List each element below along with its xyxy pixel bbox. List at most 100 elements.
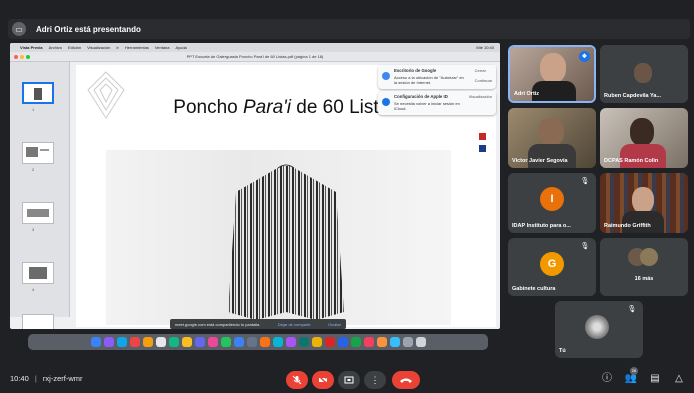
notification-body: Acceso a la ubicación de "Autorizar" en … bbox=[394, 75, 464, 85]
app-icon[interactable] bbox=[363, 337, 374, 347]
participant-tile[interactable]: Raimundo Griffith bbox=[600, 173, 688, 233]
app-icon[interactable] bbox=[142, 337, 153, 347]
participant-avatar: G bbox=[540, 252, 564, 276]
app-icon[interactable] bbox=[168, 337, 179, 347]
menu-clock: Mié 10:40 bbox=[476, 45, 494, 50]
notification-close-button[interactable]: Cerrar bbox=[475, 68, 492, 73]
thumbnail-number: 4 bbox=[32, 287, 35, 292]
app-icon[interactable] bbox=[402, 337, 413, 347]
preview-toolbar: PPT Escuela de Galerguasla Poncho Para'i… bbox=[10, 52, 500, 62]
poncho-image bbox=[228, 164, 344, 320]
participant-name: Victor Javier Segovia bbox=[512, 158, 568, 164]
participant-name: Tú bbox=[559, 348, 566, 354]
menu-item: Archivo bbox=[48, 45, 62, 50]
app-icon[interactable] bbox=[337, 337, 348, 347]
mic-off-icon bbox=[292, 375, 302, 385]
participant-avatar bbox=[640, 248, 658, 266]
activities-icon: △ bbox=[675, 373, 683, 384]
safari-icon[interactable] bbox=[116, 337, 127, 347]
stop-sharing-button[interactable]: Dejar de compartir bbox=[278, 322, 311, 327]
app-icon[interactable] bbox=[233, 337, 244, 347]
participant-tile[interactable]: Victor Javier Segovia bbox=[508, 108, 596, 168]
thumbnail-page bbox=[22, 142, 54, 164]
more-count-label: 16 más bbox=[634, 276, 654, 282]
meeting-time: 10:40 bbox=[10, 374, 29, 383]
participant-tile[interactable]: ❖ Adri Ortiz bbox=[508, 45, 596, 103]
chat-button[interactable]: ▤ bbox=[648, 372, 662, 386]
meeting-info: 10:40 | rxj-zerf-wmr bbox=[10, 374, 83, 383]
thumbnail-number: 1 bbox=[32, 107, 35, 112]
screen-share-banner: meet.google.com está compartiendo tu pan… bbox=[170, 319, 346, 329]
speaking-icon: ❖ bbox=[579, 51, 590, 62]
more-participants-tile[interactable]: 16 más bbox=[600, 238, 688, 296]
mic-off-icon: 🎙 bbox=[580, 243, 590, 250]
app-icon[interactable] bbox=[376, 337, 387, 347]
app-icon[interactable] bbox=[350, 337, 361, 347]
meeting-controls-bar: 10:40 | rxj-zerf-wmr ⋮ ⓘ 👥 26 ▤ △ bbox=[0, 363, 694, 393]
app-icon[interactable] bbox=[207, 337, 218, 347]
notification-body: Se necesita volver a iniciar sesión en i… bbox=[394, 101, 460, 111]
window-controls bbox=[14, 55, 30, 59]
window-title: PPT Escuela de Galerguasla Poncho Para'i… bbox=[186, 54, 324, 59]
app-icon[interactable] bbox=[259, 337, 270, 347]
chrome-icon[interactable] bbox=[311, 337, 322, 347]
app-icon[interactable] bbox=[246, 337, 257, 347]
app-icon[interactable] bbox=[194, 337, 205, 347]
notification-continue-button[interactable]: Continuar bbox=[475, 78, 492, 83]
chat-icon: ▤ bbox=[650, 373, 660, 384]
menu-item: Visualización bbox=[87, 45, 111, 50]
mac-dock bbox=[28, 334, 488, 350]
hide-banner-button[interactable]: Ocultar bbox=[328, 322, 341, 327]
app-icon[interactable] bbox=[285, 337, 296, 347]
more-vert-icon: ⋮ bbox=[370, 374, 380, 385]
meeting-details-button[interactable]: ⓘ bbox=[600, 372, 614, 386]
app-icon[interactable] bbox=[220, 337, 231, 347]
finder-icon[interactable] bbox=[90, 337, 101, 347]
app-icon[interactable] bbox=[324, 337, 335, 347]
app-icon[interactable] bbox=[298, 337, 309, 347]
present-screen-icon: ▭ bbox=[12, 22, 26, 36]
more-options-button[interactable]: ⋮ bbox=[364, 371, 386, 389]
participant-name: Adri Ortiz bbox=[514, 91, 540, 97]
thumbnail-page bbox=[22, 262, 54, 284]
present-now-button[interactable] bbox=[338, 371, 360, 389]
self-tile[interactable]: 🎙 Tú bbox=[555, 301, 643, 358]
mic-off-icon: 🎙 bbox=[580, 178, 590, 185]
app-icon[interactable] bbox=[389, 337, 400, 347]
share-banner-text: meet.google.com está compartiendo tu pan… bbox=[175, 321, 261, 327]
app-icon[interactable] bbox=[272, 337, 283, 347]
activities-button[interactable]: △ bbox=[672, 372, 686, 386]
participant-name: Gabinete cultura bbox=[512, 286, 556, 292]
menu-item: Edición bbox=[67, 45, 82, 50]
app-icon[interactable] bbox=[181, 337, 192, 347]
menu-item: Ir bbox=[116, 45, 119, 50]
app-icon[interactable] bbox=[129, 337, 140, 347]
slide-title: Poncho Para'i de 60 Listas bbox=[173, 97, 399, 118]
mic-off-icon: 🎙 bbox=[627, 306, 637, 313]
menu-item: Herramientas bbox=[124, 45, 149, 50]
google-icon bbox=[382, 72, 390, 80]
participant-tile[interactable]: Ruben Capdevila Ya... bbox=[600, 45, 688, 103]
participant-name: DCPAS Ramón Colin bbox=[604, 158, 659, 164]
participant-name: Raimundo Griffith bbox=[604, 223, 651, 229]
leave-call-button[interactable] bbox=[392, 371, 420, 389]
thumbnail-page bbox=[22, 202, 54, 224]
shared-screen: Vista Previa Archivo Edición Visualizaci… bbox=[10, 43, 500, 329]
thumbnail-page bbox=[22, 314, 54, 329]
notification-card[interactable]: Configuración de Apple ID Se necesita vo… bbox=[378, 91, 496, 115]
slide-marker bbox=[479, 145, 486, 152]
notification-card[interactable]: Escritorio de Google Acceso a la ubicaci… bbox=[378, 65, 496, 89]
notification-action-button[interactable]: Visualización bbox=[469, 94, 492, 99]
participant-tile[interactable]: G 🎙 Gabinete cultura bbox=[508, 238, 596, 296]
info-icon: ⓘ bbox=[602, 373, 612, 384]
trash-icon[interactable] bbox=[415, 337, 426, 347]
participant-tile[interactable]: I 🎙 IDAP Instituto para o... bbox=[508, 173, 596, 233]
decorative-pattern bbox=[87, 71, 125, 119]
mic-toggle-button[interactable] bbox=[286, 371, 308, 389]
app-icon[interactable] bbox=[155, 337, 166, 347]
present-icon bbox=[344, 376, 354, 384]
app-icon[interactable] bbox=[103, 337, 114, 347]
camera-toggle-button[interactable] bbox=[312, 371, 334, 389]
participant-tile[interactable]: DCPAS Ramón Colin bbox=[600, 108, 688, 168]
camera-off-icon bbox=[318, 375, 328, 385]
